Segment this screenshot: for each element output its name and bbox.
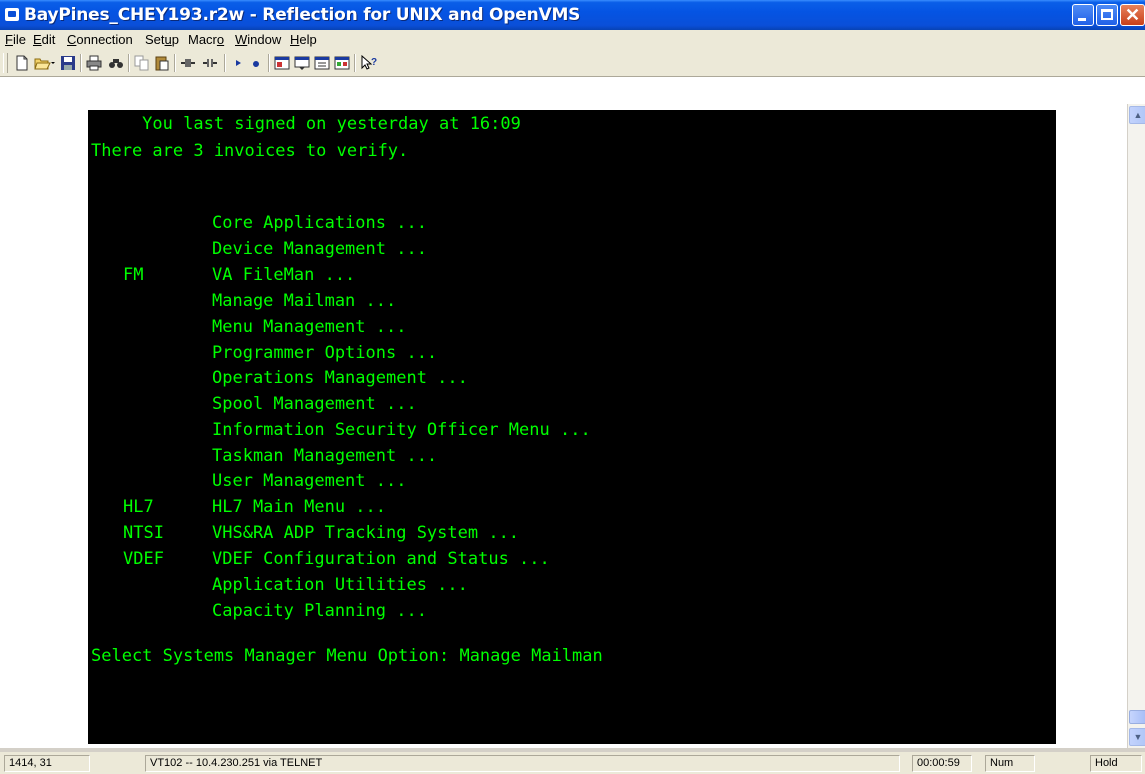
close-icon: ✕ [1125,5,1141,25]
menu-connection[interactable]: Connection [67,32,133,47]
toolbar-separator [268,54,270,72]
toolbar: ? [0,50,1145,77]
menu-macro[interactable]: Macro [188,32,224,47]
new-icon[interactable] [14,55,30,71]
paste-icon[interactable] [154,55,170,71]
toolbar-separator [174,54,176,72]
menu-help[interactable]: Help [290,32,317,47]
setup-2-icon[interactable] [294,55,310,71]
menu-bar: File Edit Connection Setup Macro Window … [0,30,1145,50]
hold-indicator: Hold [1090,755,1142,772]
menu-file[interactable]: File [5,32,26,47]
window-title: BayPines_CHEY193.r2w - Reflection for UN… [24,5,581,25]
connect-icon[interactable] [180,55,196,71]
vertical-scrollbar[interactable]: ▲ ▼ [1127,104,1145,748]
connection-status: VT102 -- 10.4.230.251 via TELNET [145,755,900,772]
save-icon[interactable] [60,55,76,71]
maximize-button[interactable] [1096,4,1118,26]
copy-icon[interactable] [134,55,150,71]
play-macro-icon[interactable] [230,55,246,71]
cursor-position: 1414, 31 [4,755,90,772]
find-icon[interactable] [108,55,124,71]
help-pointer-icon[interactable]: ? [360,54,377,71]
title-bar[interactable]: BayPines_CHEY193.r2w - Reflection for UN… [0,0,1145,30]
minimize-button[interactable] [1072,4,1094,26]
toolbar-separator [80,54,82,72]
menu-setup[interactable]: Setup [145,32,179,47]
disconnect-icon[interactable] [202,55,218,71]
setup-4-icon[interactable] [334,55,350,71]
menu-edit[interactable]: Edit [33,32,55,47]
toolbar-separator [224,54,226,72]
close-button[interactable]: ✕ [1120,4,1145,26]
terminal-screen[interactable]: You last signed on yesterday at 16:09 Th… [88,110,1056,744]
scroll-up-button[interactable]: ▲ [1129,106,1145,124]
toolbar-grip[interactable] [3,53,8,73]
command-prompt[interactable]: Select Systems Manager Menu Option: Mana… [91,646,603,667]
invoices-line: There are 3 invoices to verify. [91,141,409,161]
toolbar-separator [354,54,356,72]
menu-window[interactable]: Window [235,32,281,47]
print-icon[interactable] [86,55,102,71]
open-icon[interactable] [34,55,56,71]
toolbar-separator [128,54,130,72]
last-signon-line: You last signed on yesterday at 16:09 [91,114,521,134]
elapsed-time: 00:00:59 [912,755,972,772]
record-macro-icon[interactable] [248,55,264,71]
app-icon[interactable] [5,8,19,21]
scroll-thumb[interactable] [1129,710,1145,724]
num-lock-indicator: Num [985,755,1035,772]
setup-3-icon[interactable] [314,55,330,71]
scroll-down-button[interactable]: ▼ [1129,728,1145,746]
status-bar: 1414, 31 VT102 -- 10.4.230.251 via TELNE… [0,752,1145,774]
setup-1-icon[interactable] [274,55,290,71]
svg-text:?: ? [371,57,377,68]
